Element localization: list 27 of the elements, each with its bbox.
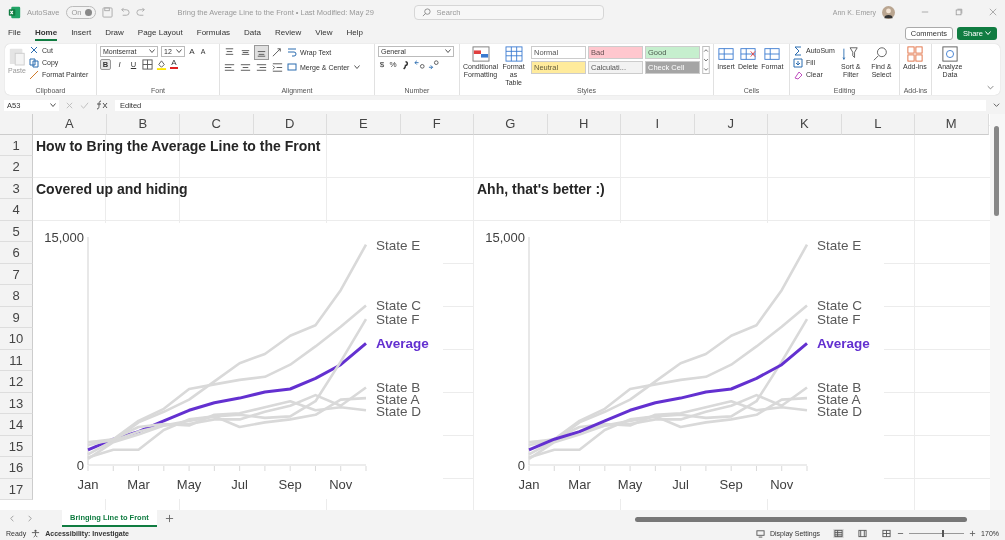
x-tick-label: May: [617, 476, 643, 492]
y-tick-label: 0: [76, 457, 84, 473]
sheet-title: How to Bring the Average Line to the Front: [36, 137, 321, 154]
series-label: State C: [376, 298, 422, 314]
x-tick-label: May: [176, 476, 202, 492]
y-tick-label: 15,000: [485, 229, 525, 245]
x-tick-label: Nov: [770, 476, 794, 492]
chart-heading: Ahh, that's better :): [477, 180, 605, 197]
series-label: Average: [817, 336, 870, 352]
series-label: State E: [376, 237, 421, 253]
x-tick-label: Nov: [329, 476, 353, 492]
x-tick-label: Jan: [77, 476, 99, 492]
x-tick-label: Jul: [672, 476, 689, 492]
series-label: Average: [376, 336, 429, 352]
series-label: State F: [817, 311, 861, 327]
x-tick-label: Sep: [278, 476, 302, 492]
x-tick-label: Mar: [568, 476, 591, 492]
series-label: State E: [817, 237, 862, 253]
series-label: State C: [817, 298, 863, 314]
chart-heading: Covered up and hiding: [36, 180, 188, 197]
y-tick-label: 15,000: [44, 229, 84, 245]
y-tick-label: 0: [517, 457, 525, 473]
x-tick-label: Jan: [518, 476, 540, 492]
x-tick-label: Jul: [231, 476, 248, 492]
series-label: State F: [376, 311, 420, 327]
x-tick-label: Mar: [127, 476, 150, 492]
x-tick-label: Sep: [719, 476, 743, 492]
